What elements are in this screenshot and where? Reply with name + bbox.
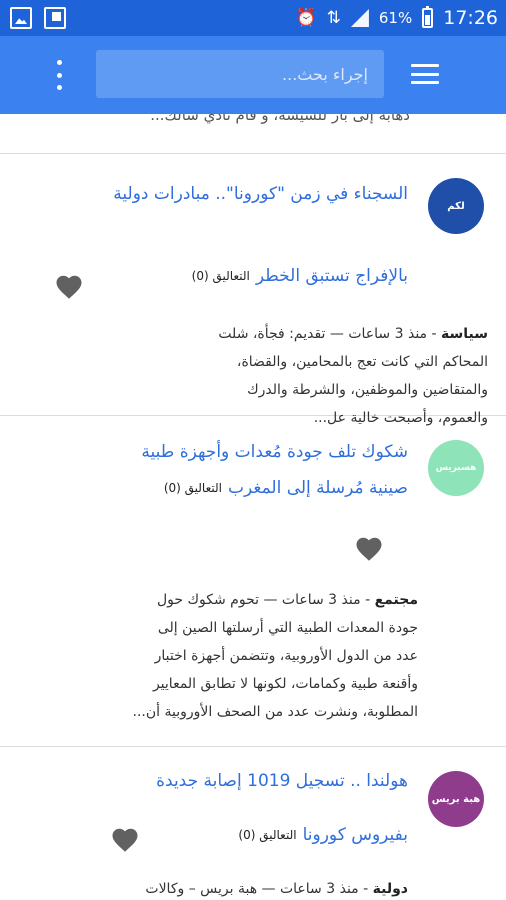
search-box[interactable] bbox=[96, 50, 384, 98]
status-bar: ⏰ ⇅ 61% 17:26 bbox=[0, 0, 506, 36]
article-summary: دولية - منذ 3 ساعات — هبة بريس – وكالات bbox=[145, 881, 408, 897]
article-title[interactable]: هولندا .. تسجيل 1019 إصابة جديدة bbox=[48, 763, 408, 799]
favorite-heart-icon[interactable] bbox=[54, 272, 84, 302]
article-category: سياسة bbox=[441, 326, 488, 342]
hamburger-menu-icon[interactable] bbox=[411, 64, 439, 84]
source-name: لكم bbox=[447, 200, 465, 212]
battery-icon bbox=[422, 6, 434, 28]
list-item[interactable]: دهابه إلى بار للشيشة، و قام نادي سالك... bbox=[0, 114, 506, 154]
overflow-menu-icon[interactable] bbox=[52, 60, 66, 90]
search-input[interactable] bbox=[96, 50, 384, 98]
article-meta: صينية مُرسلة إلى المغرب التعاليق (0) bbox=[164, 478, 408, 498]
article-category: دولية bbox=[372, 881, 408, 897]
list-item[interactable]: هسبريس شكوك تلف جودة مُعدات وأجهزة طبية … bbox=[0, 416, 506, 747]
article-title-cont[interactable]: بفيروس كورونا bbox=[303, 825, 408, 845]
comments-count[interactable]: التعاليق (0) bbox=[164, 481, 222, 495]
article-time: - منذ 3 ساعات — bbox=[257, 881, 373, 897]
source-avatar[interactable]: هبة بريس bbox=[428, 771, 484, 827]
article-summary: دهابه إلى بار للشيشة، و قام نادي سالك... bbox=[150, 114, 410, 124]
signal-icon bbox=[350, 9, 369, 27]
article-title-cont[interactable]: بالإفراج تستبق الخطر bbox=[256, 266, 408, 286]
favorite-heart-icon[interactable] bbox=[354, 534, 384, 564]
article-summary: مجتمع - منذ 3 ساعات — تحوم شكوك حول جودة… bbox=[132, 592, 419, 720]
source-avatar[interactable]: هسبريس bbox=[428, 440, 484, 496]
battery-percent: 61% bbox=[378, 9, 413, 27]
gallery-notification-icon bbox=[10, 7, 32, 29]
comments-count[interactable]: التعاليق (0) bbox=[192, 269, 250, 283]
list-item[interactable]: لكم السجناء في زمن "كورونا".. مبادرات دو… bbox=[0, 154, 506, 426]
wifi-data-icon: ⇅ bbox=[326, 7, 341, 28]
article-category: مجتمع bbox=[374, 592, 418, 608]
app-bar bbox=[0, 36, 506, 114]
article-meta: بالإفراج تستبق الخطر التعاليق (0) bbox=[192, 266, 408, 286]
list-item[interactable]: هبة بريس هولندا .. تسجيل 1019 إصابة جديد… bbox=[0, 747, 506, 900]
source-name: هبة بريس bbox=[431, 793, 481, 805]
flipboard-notification-icon bbox=[44, 7, 66, 29]
article-time: - منذ 3 ساعات — bbox=[259, 592, 375, 608]
news-feed[interactable]: دهابه إلى بار للشيشة، و قام نادي سالك...… bbox=[0, 114, 506, 900]
comments-count[interactable]: التعاليق (0) bbox=[238, 828, 296, 842]
alarm-icon: ⏰ bbox=[295, 7, 317, 28]
source-avatar[interactable]: لكم bbox=[428, 178, 484, 234]
source-name: هسبريس bbox=[435, 463, 477, 473]
article-time: - منذ 3 ساعات — bbox=[325, 326, 441, 342]
article-title[interactable]: السجناء في زمن "كورونا".. مبادرات دولية bbox=[48, 176, 408, 212]
favorite-heart-icon[interactable] bbox=[110, 825, 140, 855]
clock: 17:26 bbox=[443, 7, 498, 29]
article-meta: بفيروس كورونا التعاليق (0) bbox=[238, 825, 408, 845]
article-title[interactable]: شكوك تلف جودة مُعدات وأجهزة طبية bbox=[48, 434, 408, 470]
article-title-cont[interactable]: صينية مُرسلة إلى المغرب bbox=[228, 478, 408, 498]
